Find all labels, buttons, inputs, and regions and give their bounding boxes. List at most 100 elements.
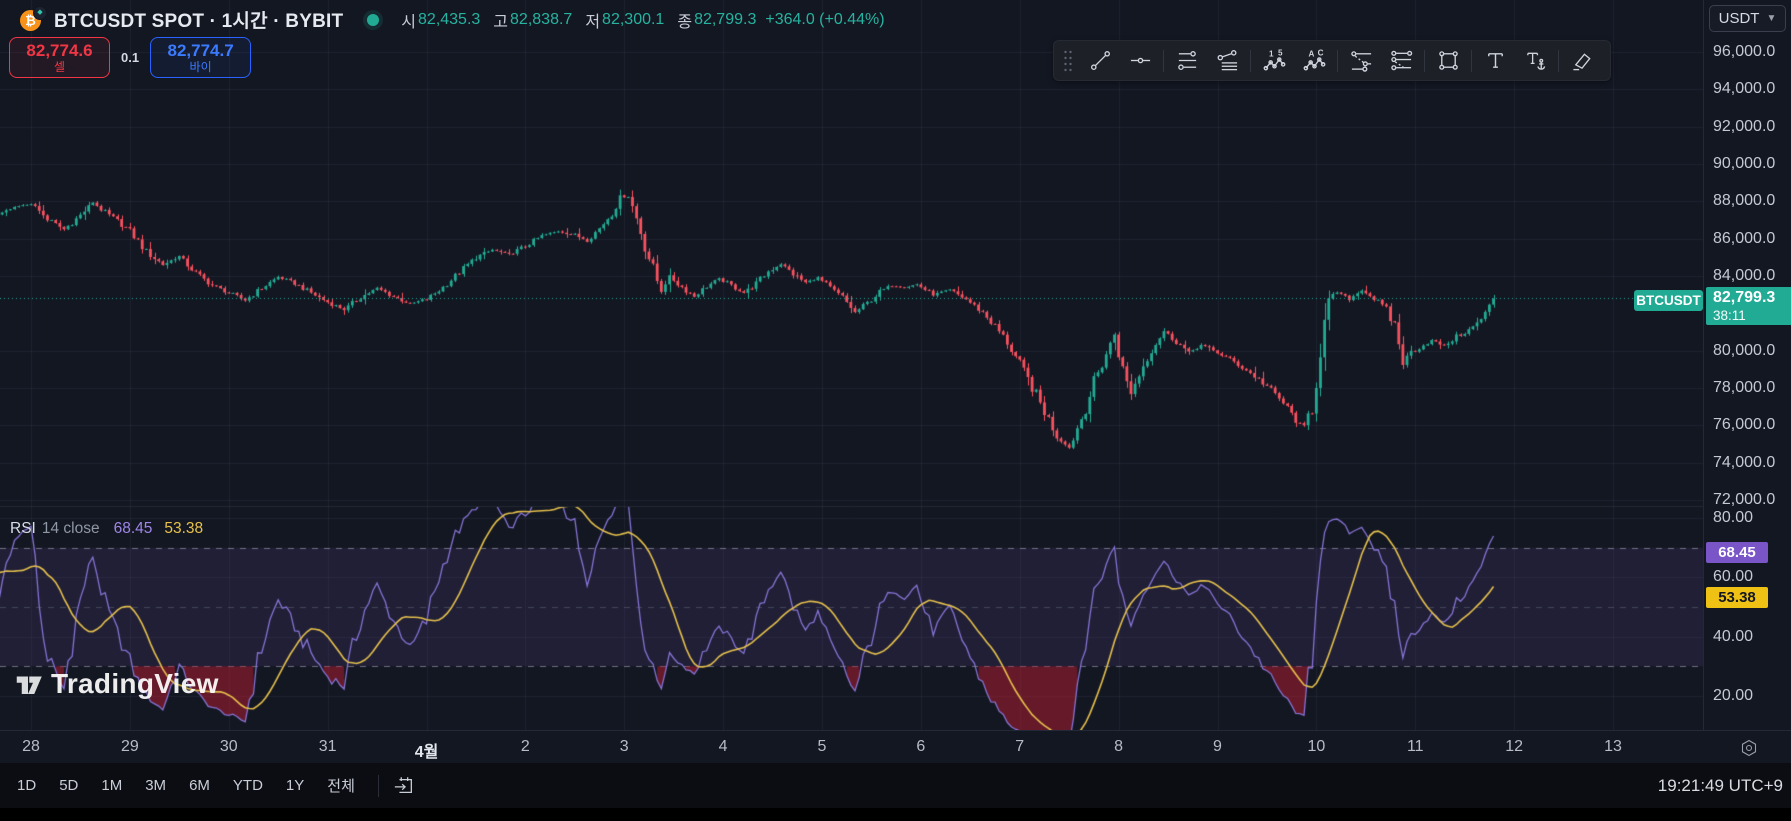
tradingview-logo-icon	[13, 669, 43, 699]
price-tick-label: 80,000.0	[1713, 342, 1775, 360]
short-position-icon[interactable]	[1381, 46, 1421, 76]
rsi-tick-label: 40.00	[1713, 628, 1753, 646]
divider	[1250, 50, 1251, 72]
close-value: 82,799.3	[694, 11, 756, 29]
range-buttons: 1D5D1M3M6MYTD1Y전체	[0, 770, 364, 801]
time-tick-label: 4월	[415, 738, 439, 762]
range-button-전체[interactable]: 전체	[318, 770, 364, 801]
price-tick-label: 72,000.0	[1713, 491, 1775, 509]
rsi-tick-label: 60.00	[1713, 568, 1753, 586]
time-tick-label: 11	[1407, 738, 1424, 756]
chart-canvas[interactable]	[0, 0, 1703, 730]
brush-icon[interactable]	[1562, 46, 1602, 76]
anchored-text-icon[interactable]	[1515, 46, 1555, 76]
divider	[378, 775, 379, 797]
time-axis[interactable]: 282930314월2345678910111213	[0, 730, 1791, 764]
rsi-value: 68.45	[114, 520, 153, 538]
price-tick-label: 74,000.0	[1713, 454, 1775, 472]
xabcd-pattern-icon[interactable]: AC	[1294, 46, 1334, 76]
bitcoin-logo-icon: ₿ ◆	[20, 8, 44, 32]
range-button-ytd[interactable]: YTD	[224, 772, 272, 799]
range-button-5d[interactable]: 5D	[50, 772, 87, 799]
toolbar-drag-handle[interactable]	[1062, 48, 1076, 74]
svg-text:A: A	[1308, 50, 1314, 59]
time-tick-label: 7	[1015, 738, 1024, 756]
divider	[1558, 50, 1559, 72]
divider	[1471, 50, 1472, 72]
time-tick-label: 12	[1505, 738, 1523, 756]
rsi-ma-value: 53.38	[164, 520, 203, 538]
tradingview-watermark[interactable]: TradingView	[13, 668, 219, 700]
divider	[1337, 50, 1338, 72]
open-label: 시	[401, 8, 416, 32]
price-axis[interactable]: USDT ▼ 82,799.3 38:11 68.45 53.38 96,000…	[1703, 0, 1791, 730]
range-button-1y[interactable]: 1Y	[277, 772, 313, 799]
drawing-toolbar: 15AC	[1053, 40, 1611, 81]
rsi-value-badge: 68.45	[1706, 542, 1768, 563]
last-price-badge: 82,799.3 38:11	[1706, 287, 1791, 325]
go-to-date-icon[interactable]	[389, 771, 419, 801]
time-tick-label: 9	[1213, 738, 1222, 756]
time-tick-label: 29	[121, 738, 139, 756]
rsi-params: 14 close	[42, 520, 100, 538]
trend-fib-extension-icon[interactable]	[1207, 46, 1247, 76]
currency-dropdown[interactable]: USDT ▼	[1709, 5, 1786, 32]
rsi-name: RSI	[10, 520, 36, 538]
time-tick-label: 5	[818, 738, 827, 756]
time-tick-label: 3	[620, 738, 629, 756]
horizontal-line-icon[interactable]	[1120, 46, 1160, 76]
watermark-text: TradingView	[51, 668, 219, 700]
divider	[1163, 50, 1164, 72]
divider	[1424, 50, 1425, 72]
change-value: +364.0 (+0.44%)	[765, 11, 884, 29]
elliott-wave-icon[interactable]: 15	[1254, 46, 1294, 76]
price-tick-label: 88,000.0	[1713, 192, 1775, 210]
time-tick-label: 31	[319, 738, 337, 756]
range-button-1m[interactable]: 1M	[92, 772, 131, 799]
time-tick-label: 8	[1114, 738, 1123, 756]
fib-retracement-icon[interactable]	[1167, 46, 1207, 76]
text-icon[interactable]	[1475, 46, 1515, 76]
long-position-icon[interactable]	[1341, 46, 1381, 76]
range-button-1d[interactable]: 1D	[8, 772, 45, 799]
chevron-down-icon: ▼	[1766, 13, 1776, 24]
buy-button[interactable]: 82,774.7 바이	[150, 37, 251, 78]
trade-panel: 82,774.6 셀 0.1 82,774.7 바이	[9, 37, 251, 78]
time-tick-label: 28	[22, 738, 40, 756]
sell-button[interactable]: 82,774.6 셀	[9, 37, 110, 78]
rsi-tick-label: 20.00	[1713, 687, 1753, 705]
high-label: 고	[493, 8, 508, 32]
last-price-symbol-badge: BTCUSDT	[1634, 290, 1703, 311]
window-edge	[0, 808, 1791, 821]
price-tick-label: 84,000.0	[1713, 267, 1775, 285]
timezone-settings-icon[interactable]	[1737, 736, 1761, 760]
price-tick-label: 86,000.0	[1713, 230, 1775, 248]
time-tick-label: 30	[220, 738, 238, 756]
close-label: 종	[677, 8, 692, 32]
ohlc-values: 시 82,435.3 고 82,838.7 저 82,300.1 종 82,79…	[401, 8, 884, 32]
time-tick-label: 4	[719, 738, 728, 756]
low-value: 82,300.1	[602, 11, 664, 29]
price-tick-label: 76,000.0	[1713, 416, 1775, 434]
last-price-value: 82,799.3	[1713, 288, 1791, 308]
chart-root: ₿ ◆ BTCUSDT SPOT · 1시간 · BYBIT 시 82,435.…	[0, 0, 1791, 763]
spread-value: 0.1	[121, 50, 139, 65]
range-button-6m[interactable]: 6M	[180, 772, 219, 799]
symbol-title[interactable]: BTCUSDT SPOT · 1시간 · BYBIT	[54, 6, 343, 33]
bar-countdown: 38:11	[1713, 308, 1791, 323]
time-tick-label: 10	[1307, 738, 1325, 756]
range-button-3m[interactable]: 3M	[136, 772, 175, 799]
svg-text:5: 5	[1277, 49, 1282, 58]
clock[interactable]: 19:21:49 UTC+9	[1658, 763, 1783, 808]
bottom-toolbar: 1D5D1M3M6MYTD1Y전체 19:21:49 UTC+9	[0, 763, 1791, 808]
market-status-dot[interactable]	[367, 14, 379, 26]
time-tick-label: 13	[1604, 738, 1622, 756]
high-value: 82,838.7	[510, 11, 572, 29]
rectangle-icon[interactable]	[1428, 46, 1468, 76]
rsi-indicator-legend[interactable]: RSI 14 close 68.45 53.38	[10, 520, 203, 538]
svg-text:C: C	[1317, 49, 1323, 58]
price-tick-label: 94,000.0	[1713, 80, 1775, 98]
price-tick-label: 96,000.0	[1713, 43, 1775, 61]
price-tick-label: 78,000.0	[1713, 379, 1775, 397]
trend-line-icon[interactable]	[1080, 46, 1120, 76]
